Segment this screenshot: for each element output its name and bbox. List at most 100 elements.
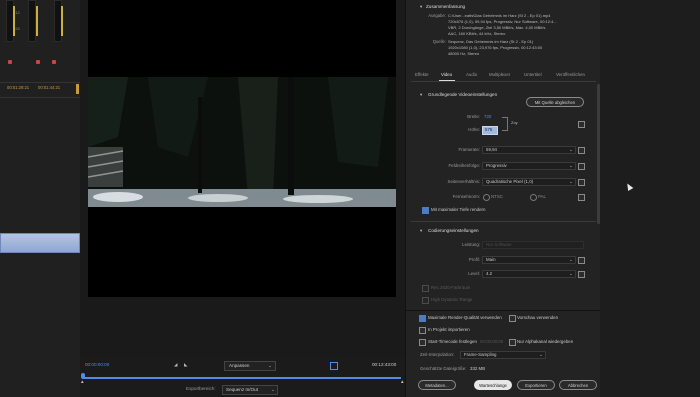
mute-button[interactable] (36, 60, 40, 64)
start-timecode-checkbox[interactable] (419, 339, 426, 346)
in-point-icon[interactable]: ▲ (80, 379, 85, 385)
source-line: 48000 Hz, Stereo (448, 51, 480, 56)
start-timecode-value[interactable]: 00:00:00:00 (480, 339, 503, 344)
profile-dropdown[interactable]: Main ⌄ (482, 256, 576, 264)
output-line: 720x576 (1,0), 59,94 fps, Progressiv, Nu… (448, 19, 557, 24)
ruler-timecode: 00:01:29:21 (7, 85, 30, 90)
collapse-arrow-icon[interactable]: ▾ (420, 228, 422, 234)
tab-publish[interactable]: Veröffentlichen (556, 72, 585, 77)
hdr-label: High Dynamic Range (431, 297, 473, 302)
rec2020-label: Rec.2020-Farbraum (431, 285, 471, 290)
cancel-button[interactable]: Abbrechen (559, 380, 597, 390)
height-input[interactable]: 576 (482, 126, 498, 135)
ntsc-radio[interactable] (483, 194, 490, 201)
settings-icon[interactable] (330, 362, 338, 370)
use-previews-checkbox[interactable] (509, 315, 516, 322)
mark-out-icon[interactable]: ◣ (184, 362, 188, 368)
summary-title: Zusammenfassung (426, 4, 466, 9)
forest-scene-image (88, 77, 396, 207)
profile-checkbox[interactable] (578, 257, 585, 264)
pal-label: PAL (538, 194, 546, 199)
fit-dropdown-label: Anpassen (229, 363, 250, 368)
chevron-down-icon: ⌄ (569, 271, 573, 276)
chevron-down-icon: ⌄ (569, 257, 573, 262)
interpolation-dropdown[interactable]: Frame-Sampling ⌄ (460, 351, 546, 359)
chevron-down-icon: ⌄ (569, 163, 573, 168)
metadata-button[interactable]: Metadaten... (418, 380, 456, 390)
performance-dropdown[interactable]: Nur Software (482, 241, 584, 249)
letterbox-bottom (88, 207, 396, 297)
max-quality-checkbox[interactable] (419, 315, 426, 322)
max-depth-checkbox[interactable] (422, 207, 429, 214)
framerate-checkbox[interactable] (578, 147, 585, 154)
ntsc-label: NTSC (491, 194, 503, 199)
height-label: Höhe: (468, 127, 480, 132)
tv-standard-checkbox[interactable] (578, 194, 585, 201)
tab-audio[interactable]: Audio (466, 72, 477, 77)
framerate-label: Framerate: (458, 147, 480, 152)
tab-captions[interactable]: Untertitel (524, 72, 542, 77)
export-range-value: Sequenz In/Out (226, 387, 258, 392)
out-point-icon[interactable]: ▲ (400, 379, 405, 385)
interpolation-value: Frame-Sampling (464, 352, 497, 357)
rec2020-checkbox[interactable] (422, 285, 429, 292)
export-button[interactable]: Exportieren (517, 380, 555, 390)
level-dropdown[interactable]: 4.2 ⌄ (482, 270, 576, 278)
current-timecode[interactable]: 00:00:00:00 (85, 362, 109, 368)
level-value: 4.2 (486, 271, 493, 276)
field-order-checkbox[interactable] (578, 163, 585, 170)
mute-button[interactable] (8, 60, 12, 64)
performance-value: Nur Software (486, 242, 512, 247)
basic-video-settings-title: Grundlegende Videoeinstellungen (428, 92, 498, 97)
mark-in-icon[interactable]: ◢ (174, 362, 178, 368)
fit-dropdown[interactable]: Anpassen ⌄ (224, 361, 276, 371)
use-previews-label: Vorschau verwenden (517, 315, 559, 320)
meter-level (13, 6, 15, 36)
tab-video[interactable]: Video (441, 72, 452, 77)
performance-label: Leistung: (462, 242, 480, 247)
framerate-dropdown[interactable]: 59,94 ⌄ (482, 146, 576, 154)
import-project-checkbox[interactable] (419, 327, 426, 334)
chevron-down-icon: ⌄ (569, 179, 573, 184)
source-line: 1920x1080 (1,0), 23,976 fps, Progressiv,… (448, 45, 543, 50)
video-clip-track[interactable] (0, 233, 80, 253)
collapse-arrow-icon[interactable]: ▾ (420, 4, 422, 10)
aspect-value: Quadratische Pixel (1,0) (486, 179, 534, 184)
chevron-down-icon: ⌄ (569, 147, 573, 152)
hdr-checkbox[interactable] (422, 297, 429, 304)
level-checkbox[interactable] (578, 271, 585, 278)
collapse-arrow-icon[interactable]: ▾ (420, 92, 422, 98)
playhead-marker[interactable] (76, 84, 79, 94)
framerate-value: 59,94 (486, 147, 497, 152)
aspect-dropdown[interactable]: Quadratische Pixel (1,0) ⌄ (482, 178, 576, 186)
filesize-label: Geschätzte Dateigröße: (420, 366, 467, 371)
match-source-button[interactable]: Mit Quelle abgleichen (526, 97, 584, 107)
export-range-dropdown[interactable]: Sequenz In/Out ⌄ (222, 385, 278, 395)
export-button-label: Exportieren (525, 382, 547, 388)
max-quality-label: Maximale Render-Qualität verwenden (428, 315, 502, 320)
field-order-dropdown[interactable]: Progressiv ⌄ (482, 162, 576, 170)
mute-button[interactable] (52, 60, 56, 64)
audio-meter (28, 0, 36, 42)
level-label: Level: (468, 271, 480, 276)
start-timecode-label: Start-Timecode festlegen (428, 339, 477, 344)
pal-radio[interactable] (530, 194, 537, 201)
section-divider (411, 221, 596, 222)
meter-level (36, 6, 38, 36)
output-line: VBR, 2 Durchgänge, Ziel 3,50 MBit/s, Max… (448, 25, 546, 30)
tab-multiplexer[interactable]: Multiplexer (489, 72, 510, 77)
queue-button[interactable]: Warteschlange (474, 380, 512, 390)
field-order-value: Progressiv (486, 163, 507, 168)
alpha-only-label: Nur Alphakanal wiedergeben (517, 339, 574, 344)
tab-divider (411, 81, 596, 82)
import-project-label: In Projekt importieren (428, 327, 470, 332)
alpha-only-checkbox[interactable] (509, 339, 516, 346)
aspect-checkbox[interactable] (578, 179, 585, 186)
timeline-range-bar[interactable] (83, 377, 401, 379)
encoding-settings-title: Codierungseinstellungen (428, 228, 479, 233)
height-value: 576 (485, 127, 493, 132)
width-value[interactable]: 720 (484, 114, 491, 119)
tab-effects[interactable]: Effekte (415, 72, 429, 77)
background-panel (600, 0, 700, 397)
width-checkbox[interactable] (578, 121, 585, 128)
